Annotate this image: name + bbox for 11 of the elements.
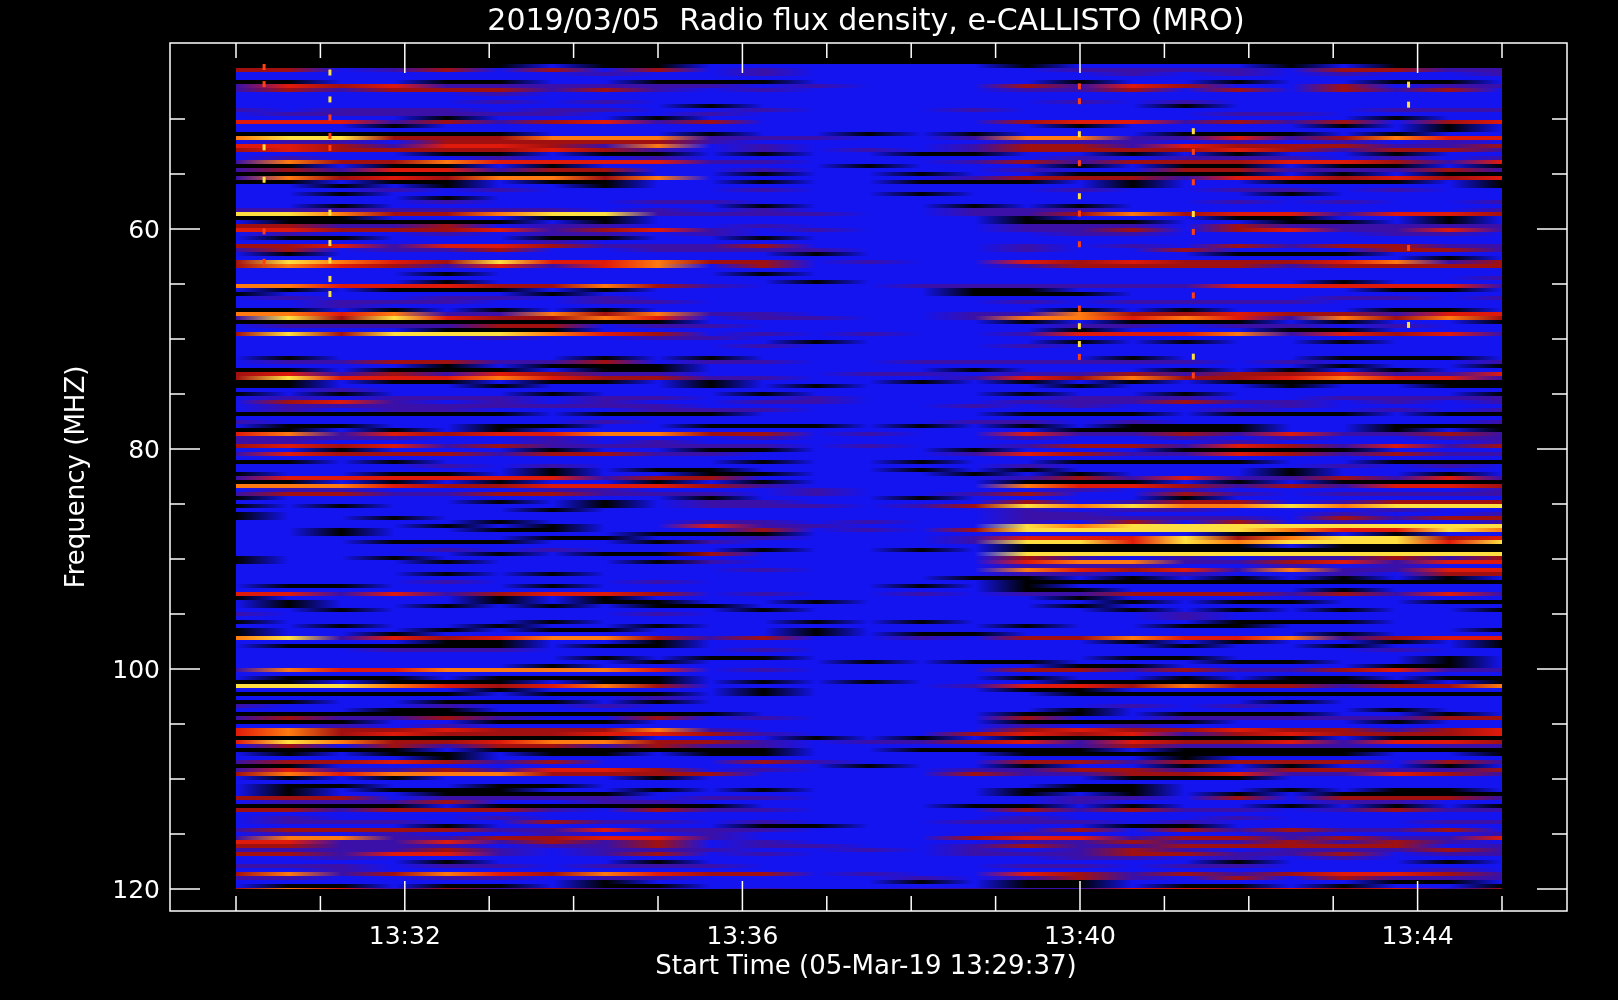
axis-tick-label: 13:36 [706,921,779,950]
axis-tick-label: 120 [112,875,160,904]
axis-tick-label: 13:44 [1381,921,1454,950]
axis-tick-label: 60 [128,215,160,244]
axis-tick-label: 100 [112,655,160,684]
chart-title: 2019/03/05 Radio flux density, e-CALLISTO (MRO) [487,2,1245,37]
axis-tick-label: 13:32 [368,921,441,950]
axis-tick-label: 13:40 [1044,921,1116,950]
axis-title: Frequency (MHZ) [60,365,90,589]
axis-title: Start Time (05-Mar-19 13:29:37) [655,950,1077,980]
axis-tick-label: 80 [128,435,160,464]
